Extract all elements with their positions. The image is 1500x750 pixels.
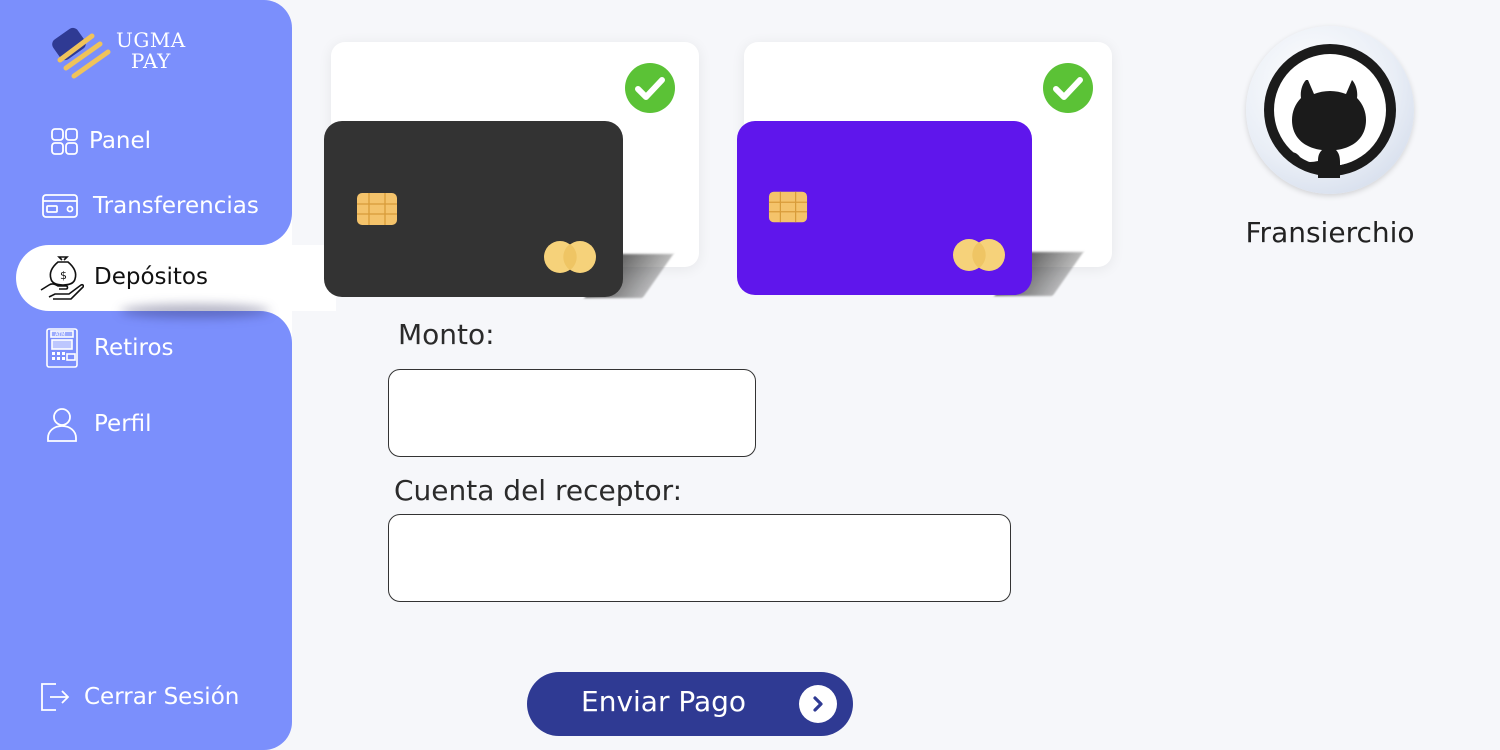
selected-check-icon bbox=[1043, 63, 1093, 113]
logout-label: Cerrar Sesión bbox=[84, 684, 240, 710]
sidebar-item-label: Depósitos bbox=[94, 264, 208, 290]
receiver-account-input[interactable] bbox=[388, 514, 1011, 602]
logout-icon bbox=[34, 677, 74, 717]
user-icon bbox=[42, 404, 82, 444]
svg-text:ATM: ATM bbox=[55, 332, 65, 338]
logout-button[interactable]: Cerrar Sesión bbox=[0, 667, 292, 727]
card-chip-icon bbox=[357, 193, 397, 225]
profile-username: Fransierchio bbox=[1245, 216, 1415, 249]
sidebar-item-label: Perfil bbox=[94, 411, 152, 437]
amount-label: Monto: bbox=[398, 318, 495, 351]
send-payment-button[interactable]: Enviar Pago bbox=[527, 672, 853, 736]
sidebar: UGMA PAY Panel Transferencias $ Depósito… bbox=[0, 0, 336, 750]
sidebar-item-label: Transferencias bbox=[93, 193, 259, 219]
sidebar-item-retiros[interactable]: ATM Retiros bbox=[0, 318, 292, 378]
logo-icon bbox=[52, 27, 111, 79]
money-bag-hand-icon: $ bbox=[38, 254, 84, 300]
sidebar-item-depositos[interactable]: $ Depósitos bbox=[0, 247, 292, 307]
credit-card-icon bbox=[40, 186, 80, 226]
amount-input[interactable] bbox=[388, 369, 756, 457]
avatar[interactable] bbox=[1246, 26, 1414, 194]
brand-line2: PAY bbox=[130, 49, 171, 73]
sidebar-item-label: Panel bbox=[89, 128, 152, 154]
atm-icon: ATM bbox=[42, 328, 82, 368]
sidebar-item-label: Retiros bbox=[94, 335, 174, 361]
brand-line1: UGMA bbox=[116, 28, 186, 52]
receiver-account-label: Cuenta del receptor: bbox=[394, 474, 683, 507]
sidebar-item-panel[interactable]: Panel bbox=[0, 111, 292, 171]
grid-icon bbox=[44, 121, 84, 161]
send-payment-label: Enviar Pago bbox=[581, 685, 747, 718]
sidebar-item-transferencias[interactable]: Transferencias bbox=[0, 176, 292, 236]
github-octocat-icon bbox=[1264, 44, 1396, 178]
mastercard-icon bbox=[953, 239, 1005, 271]
brand-logo[interactable]: UGMA PAY bbox=[50, 26, 210, 82]
chevron-right-icon bbox=[799, 685, 837, 723]
svg-text:$: $ bbox=[60, 269, 67, 282]
active-curve-top bbox=[260, 213, 292, 245]
sidebar-item-perfil[interactable]: Perfil bbox=[0, 394, 292, 454]
brand-name: UGMA PAY bbox=[116, 30, 186, 72]
selected-check-icon bbox=[625, 63, 675, 113]
card-chip-icon bbox=[768, 191, 808, 223]
mastercard-icon bbox=[544, 241, 596, 273]
